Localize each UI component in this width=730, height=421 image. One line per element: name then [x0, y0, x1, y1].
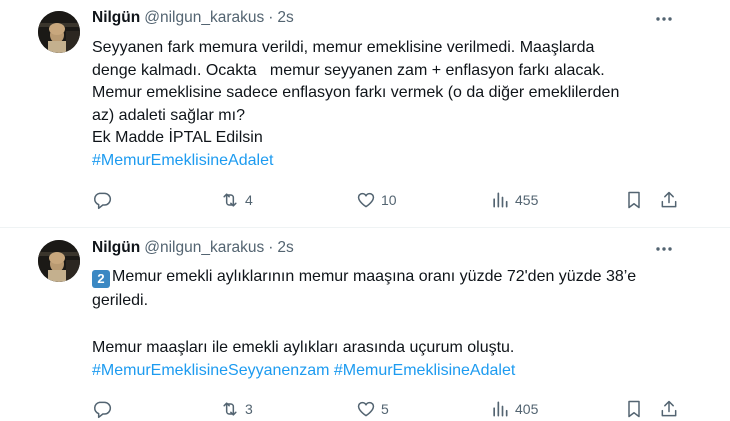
reply-button[interactable]	[92, 397, 117, 421]
avatar[interactable]	[38, 240, 80, 282]
tweet[interactable]: Nilgün @nilgun_karakus · 2s Seyyanen fark m…	[0, 0, 730, 228]
like-icon	[357, 192, 375, 208]
share-icon	[661, 400, 677, 417]
like-count: 10	[381, 192, 397, 208]
bookmark-icon	[628, 400, 640, 418]
tweet-header: Nilgün @nilgun_karakus · 2s	[92, 239, 294, 259]
tweet-line: denge kalmadı. Ocakta memur seyyanen zam…	[92, 61, 605, 79]
separator: ·	[268, 239, 274, 256]
author-name[interactable]: Nilgün	[92, 239, 140, 256]
action-bar: 3 5 405	[92, 397, 682, 421]
keycap-2-emoji: 2	[92, 270, 110, 288]
tweet-line: 2 Memur emekli aylıklarının memur maaşına…	[92, 265, 692, 289]
more-icon[interactable]	[654, 9, 674, 29]
like-button[interactable]: 10	[356, 188, 397, 212]
tweet-text: 2 Memur emekli aylıklarının memur maaşına…	[92, 265, 692, 383]
retweet-icon	[223, 193, 237, 207]
retweet-count: 4	[245, 192, 253, 208]
views-button[interactable]: 455	[490, 188, 538, 212]
reply-icon	[94, 192, 112, 210]
retweet-button[interactable]: 3	[220, 397, 253, 421]
tweet-line-text: Memur emekli aylıklarının memur maaşına …	[112, 268, 637, 285]
tweet-line: geriledi.	[92, 291, 149, 309]
share-icon	[661, 191, 677, 208]
like-count: 5	[381, 401, 389, 417]
views-icon	[493, 401, 508, 417]
bookmark-button[interactable]	[624, 188, 644, 212]
like-button[interactable]: 5	[356, 397, 389, 421]
retweet-count: 3	[245, 401, 253, 417]
separator: ·	[268, 9, 274, 26]
view-count: 455	[515, 192, 539, 208]
view-count: 405	[515, 401, 539, 417]
reply-icon	[94, 401, 112, 419]
tweet-line: az) adaleti sağlar mı?	[92, 106, 245, 124]
bookmark-icon	[628, 191, 640, 209]
like-icon	[357, 401, 375, 417]
tweet-header: Nilgün @nilgun_karakus · 2s	[92, 9, 294, 29]
hashtag-link[interactable]: #MemurEmeklisineAdalet	[92, 150, 692, 173]
more-icon[interactable]	[654, 239, 674, 259]
bookmark-button[interactable]	[624, 397, 644, 421]
author-handle[interactable]: @nilgun_karakus	[144, 9, 264, 26]
hashtag-link[interactable]: #MemurEmeklisineSeyyanenzam #MemurEmekli…	[92, 359, 692, 383]
tweet-line: Memur maaşları ile emekli aylıkları aras…	[92, 338, 515, 356]
retweet-icon	[223, 402, 237, 416]
share-button[interactable]	[659, 397, 679, 421]
tweet-text: Seyyanen fark memura verildi, memur emek…	[92, 37, 692, 172]
tweet[interactable]: Nilgün @nilgun_karakus · 2s 2 Memur emekli a…	[0, 228, 730, 420]
views-icon	[493, 192, 508, 208]
timestamp[interactable]: 2s	[277, 9, 293, 26]
share-button[interactable]	[659, 188, 679, 212]
timestamp[interactable]: 2s	[277, 239, 293, 256]
views-button[interactable]: 405	[490, 397, 538, 421]
author-name[interactable]: Nilgün	[92, 9, 140, 26]
retweet-button[interactable]: 4	[220, 188, 253, 212]
avatar[interactable]	[38, 11, 80, 53]
tweet-line: Ek Madde İPTAL Edilsin	[92, 129, 263, 146]
reply-button[interactable]	[92, 188, 117, 212]
action-bar: 4 10 455	[92, 188, 682, 212]
tweet-line: Seyyanen fark memura verildi, memur emek…	[92, 39, 595, 56]
author-handle[interactable]: @nilgun_karakus	[144, 239, 264, 256]
tweet-line: Memur emeklisine sadece enflasyon farkı …	[92, 84, 620, 101]
